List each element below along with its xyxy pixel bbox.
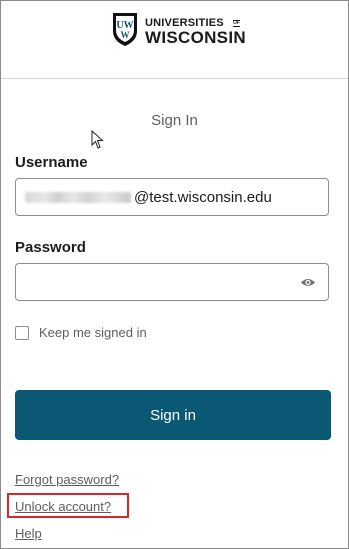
help-link[interactable]: Help [15,526,42,541]
forgot-password-link[interactable]: Forgot password? [15,472,119,487]
logo-line2: WISCONSIN [145,28,246,47]
header: UW W UNIVERSITIES OF WISCONSIN [1,1,348,79]
username-label: Username [15,154,88,171]
page-title: Sign In [151,112,198,129]
svg-text:W: W [121,30,130,40]
keep-signed-in-checkbox[interactable] [15,326,29,340]
username-value: @test.wisconsin.edu [134,189,272,206]
mouse-cursor-icon [91,130,104,149]
login-window: UW W UNIVERSITIES OF WISCONSIN Sign In U… [0,0,349,549]
password-field[interactable] [15,263,329,301]
logo-of: OF [233,20,240,27]
sign-in-button[interactable]: Sign in [15,390,331,440]
unlock-account-link[interactable]: Unlock account? [15,499,111,514]
uw-logo: UW W UNIVERSITIES OF WISCONSIN [110,11,246,49]
password-label: Password [15,239,86,256]
redacted-username [25,192,131,203]
uw-shield-icon: UW W [113,13,137,46]
username-field[interactable]: @test.wisconsin.edu [15,178,329,216]
keep-signed-in-label[interactable]: Keep me signed in [39,325,147,340]
eye-icon[interactable] [300,277,316,288]
